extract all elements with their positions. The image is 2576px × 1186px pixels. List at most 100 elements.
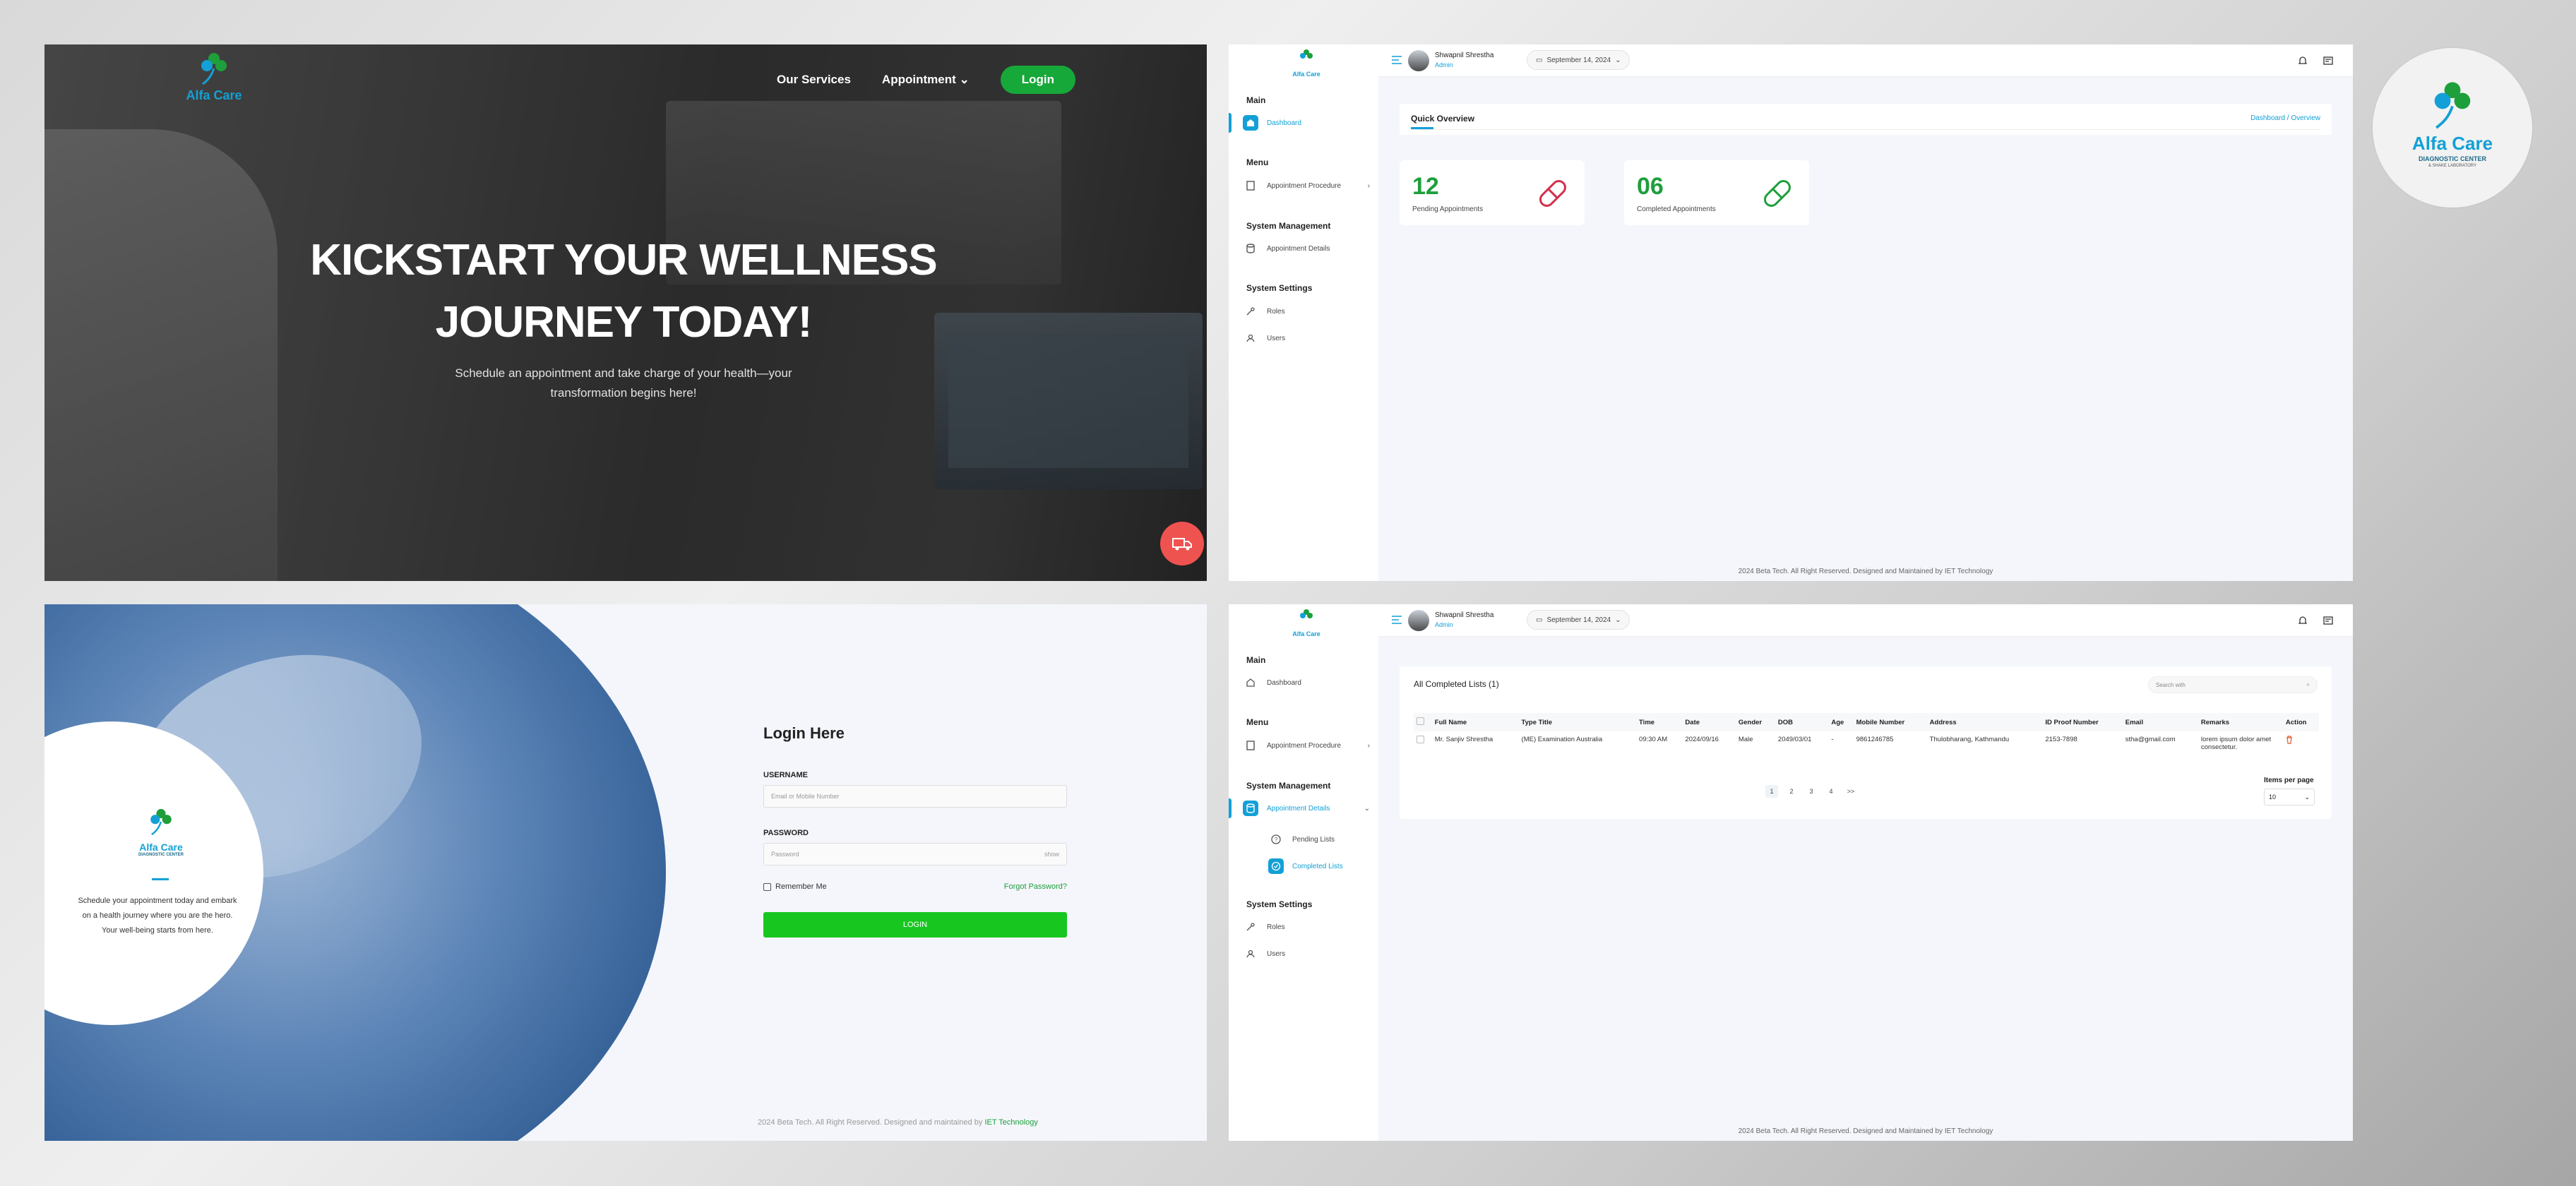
database-icon (1243, 241, 1258, 256)
settings-icon[interactable] (2320, 613, 2336, 628)
table-header-row: Full Name Type Title Time Date Gender DO… (1414, 713, 2319, 731)
page-1[interactable]: 1 (1765, 785, 1778, 798)
menu-icon[interactable] (1391, 615, 1402, 625)
sidebar-item-users[interactable]: Users (1243, 946, 1370, 962)
sidebar-section-system-management: System Management (1246, 781, 1331, 791)
pagination: 1 2 3 4 >> (1765, 785, 1857, 798)
logo-icon (1300, 49, 1313, 59)
search-input[interactable]: Search with ⌕ (2148, 676, 2318, 693)
sidebar-section-system-settings: System Settings (1246, 283, 1313, 293)
page-4[interactable]: 4 (1825, 785, 1837, 798)
row-checkbox[interactable] (1417, 736, 1424, 743)
trash-icon[interactable] (2286, 736, 2293, 744)
login-form: Login Here USERNAME Email or Mobile Numb… (763, 724, 1067, 938)
page-2[interactable]: 2 (1785, 785, 1798, 798)
breadcrumb[interactable]: Dashboard / Overview (2250, 114, 2320, 122)
show-password-toggle[interactable]: show (1044, 851, 1059, 858)
username-input[interactable]: Email or Mobile Number (763, 785, 1067, 808)
sidebar-item-users[interactable]: Users (1243, 330, 1370, 346)
chevron-down-icon: ⌄ (2304, 793, 2310, 801)
sidebar-item-dashboard[interactable]: Dashboard (1243, 675, 1370, 690)
login-button[interactable]: Login (1000, 66, 1075, 94)
completed-table: Full Name Type Title Time Date Gender DO… (1414, 713, 2319, 755)
avatar[interactable] (1408, 610, 1429, 631)
menu-icon[interactable] (1391, 55, 1402, 65)
user-icon (1243, 946, 1258, 962)
brand-logo: Alfa Care DIAGNOSTIC CENTER (129, 805, 193, 857)
sidebar-item-completed-lists[interactable]: Completed Lists (1268, 858, 1374, 874)
sidebar-section-system-settings: System Settings (1246, 899, 1313, 909)
sidebar-item-appointment-procedure[interactable]: Appointment Procedure › (1243, 738, 1370, 753)
avatar[interactable] (1408, 50, 1429, 71)
logo-icon (150, 808, 172, 836)
select-all-checkbox[interactable] (1417, 717, 1424, 725)
table-row[interactable]: Mr. Sanjiv Shrestha (ME) Examination Aus… (1414, 731, 2319, 755)
password-input[interactable]: Password show (763, 843, 1067, 865)
footer-link[interactable]: IET Technology (984, 1118, 1037, 1127)
stat-value: 06 (1637, 173, 1664, 200)
calendar-icon: ▭ (1536, 616, 1543, 624)
top-nav: Our Services Appointment ⌄ Login (777, 66, 1075, 94)
nav-appointment[interactable]: Appointment ⌄ (882, 73, 970, 87)
stat-label: Pending Appointments (1412, 205, 1484, 213)
landing-panel: Alfa Care Our Services Appointment ⌄ Log… (44, 44, 1207, 581)
chevron-down-icon: ⌄ (1364, 804, 1370, 813)
chevron-right-icon: › (1367, 181, 1370, 190)
document-icon (1243, 738, 1258, 753)
settings-icon[interactable] (2320, 53, 2336, 68)
dashboard-icon (1243, 675, 1258, 690)
date-picker[interactable]: ▭ September 14, 2024 ⌄ (1527, 610, 1630, 630)
user-role: Admin (1435, 621, 1453, 628)
page-3[interactable]: 3 (1805, 785, 1818, 798)
quick-overview-header: Quick Overview Dashboard / Overview (1400, 104, 2332, 135)
bell-icon[interactable] (2295, 613, 2310, 628)
footer: 2024 Beta Tech. All Right Reserved. Desi… (758, 1118, 1038, 1127)
database-icon (1243, 801, 1258, 816)
brand-name: Alfa Care (186, 88, 242, 102)
dashboard-panel: Alfa Care Main Dashboard Menu Appointmen… (1229, 44, 2353, 581)
sidebar-logo[interactable]: Alfa Care (1285, 47, 1328, 78)
sidebar-item-appointment-procedure[interactable]: Appointment Procedure › (1243, 178, 1370, 193)
sidebar-section-main: Main (1246, 655, 1266, 665)
logo-icon (2434, 82, 2471, 129)
footer: 2024 Beta Tech. All Right Reserved. Desi… (1738, 1127, 1993, 1135)
sidebar: Alfa Care Main Dashboard Menu Appointmen… (1229, 44, 1378, 581)
items-per-page-select[interactable]: 10 ⌄ (2264, 789, 2315, 805)
stat-card-completed[interactable]: 06 Completed Appointments (1624, 160, 1809, 225)
login-submit-button[interactable]: LOGIN (763, 912, 1067, 938)
brand-logo[interactable]: Alfa Care (172, 49, 256, 112)
password-label: PASSWORD (763, 829, 809, 837)
login-panel: Alfa Care DIAGNOSTIC CENTER Schedule you… (44, 604, 1207, 1141)
chevron-down-icon: ⌄ (1615, 616, 1621, 624)
sidebar-item-pending-lists[interactable]: ? Pending Lists (1268, 832, 1374, 847)
nav-our-services[interactable]: Our Services (777, 73, 851, 87)
bell-icon[interactable] (2295, 53, 2310, 68)
ambulance-icon (1172, 538, 1192, 551)
completed-lists-card: All Completed Lists (1) Search with ⌕ Ful… (1400, 666, 2332, 819)
stat-card-pending[interactable]: 12 Pending Appointments (1400, 160, 1585, 225)
chevron-down-icon: ⌄ (1615, 56, 1621, 64)
hero-title: KICKSTART YOUR WELLNESS JOURNEY TODAY! (310, 236, 938, 347)
ambulance-button[interactable] (1160, 522, 1204, 565)
date-picker[interactable]: ▭ September 14, 2024 ⌄ (1527, 50, 1630, 70)
sidebar-item-appointment-details[interactable]: Appointment Details ⌄ (1243, 801, 1370, 816)
user-name: Shwapnil Shrestha (1435, 611, 1494, 619)
logo-icon (1300, 609, 1313, 618)
page-next[interactable]: >> (1844, 785, 1857, 798)
user-role: Admin (1435, 61, 1453, 68)
sidebar-section-system-management: System Management (1246, 221, 1331, 231)
remember-me-checkbox[interactable]: Remember Me (763, 882, 827, 891)
key-icon (1243, 919, 1258, 935)
sidebar-item-appointment-details[interactable]: Appointment Details (1243, 241, 1370, 256)
logo-icon (201, 53, 227, 85)
sidebar-item-dashboard[interactable]: Dashboard (1243, 115, 1370, 131)
sidebar-section-menu: Menu (1246, 717, 1269, 727)
forgot-password-link[interactable]: Forgot Password? (1004, 882, 1067, 891)
search-icon: ⌕ (2306, 681, 2310, 688)
user-name: Shwapnil Shrestha (1435, 52, 1494, 59)
brand-message: Schedule your appointment today and emba… (78, 897, 237, 935)
hero-subtitle: Schedule an appointment and take charge … (455, 366, 792, 400)
sidebar-item-roles[interactable]: Roles (1243, 919, 1370, 935)
sidebar-item-roles[interactable]: Roles (1243, 304, 1370, 319)
sidebar-logo[interactable]: Alfa Care (1285, 607, 1328, 637)
